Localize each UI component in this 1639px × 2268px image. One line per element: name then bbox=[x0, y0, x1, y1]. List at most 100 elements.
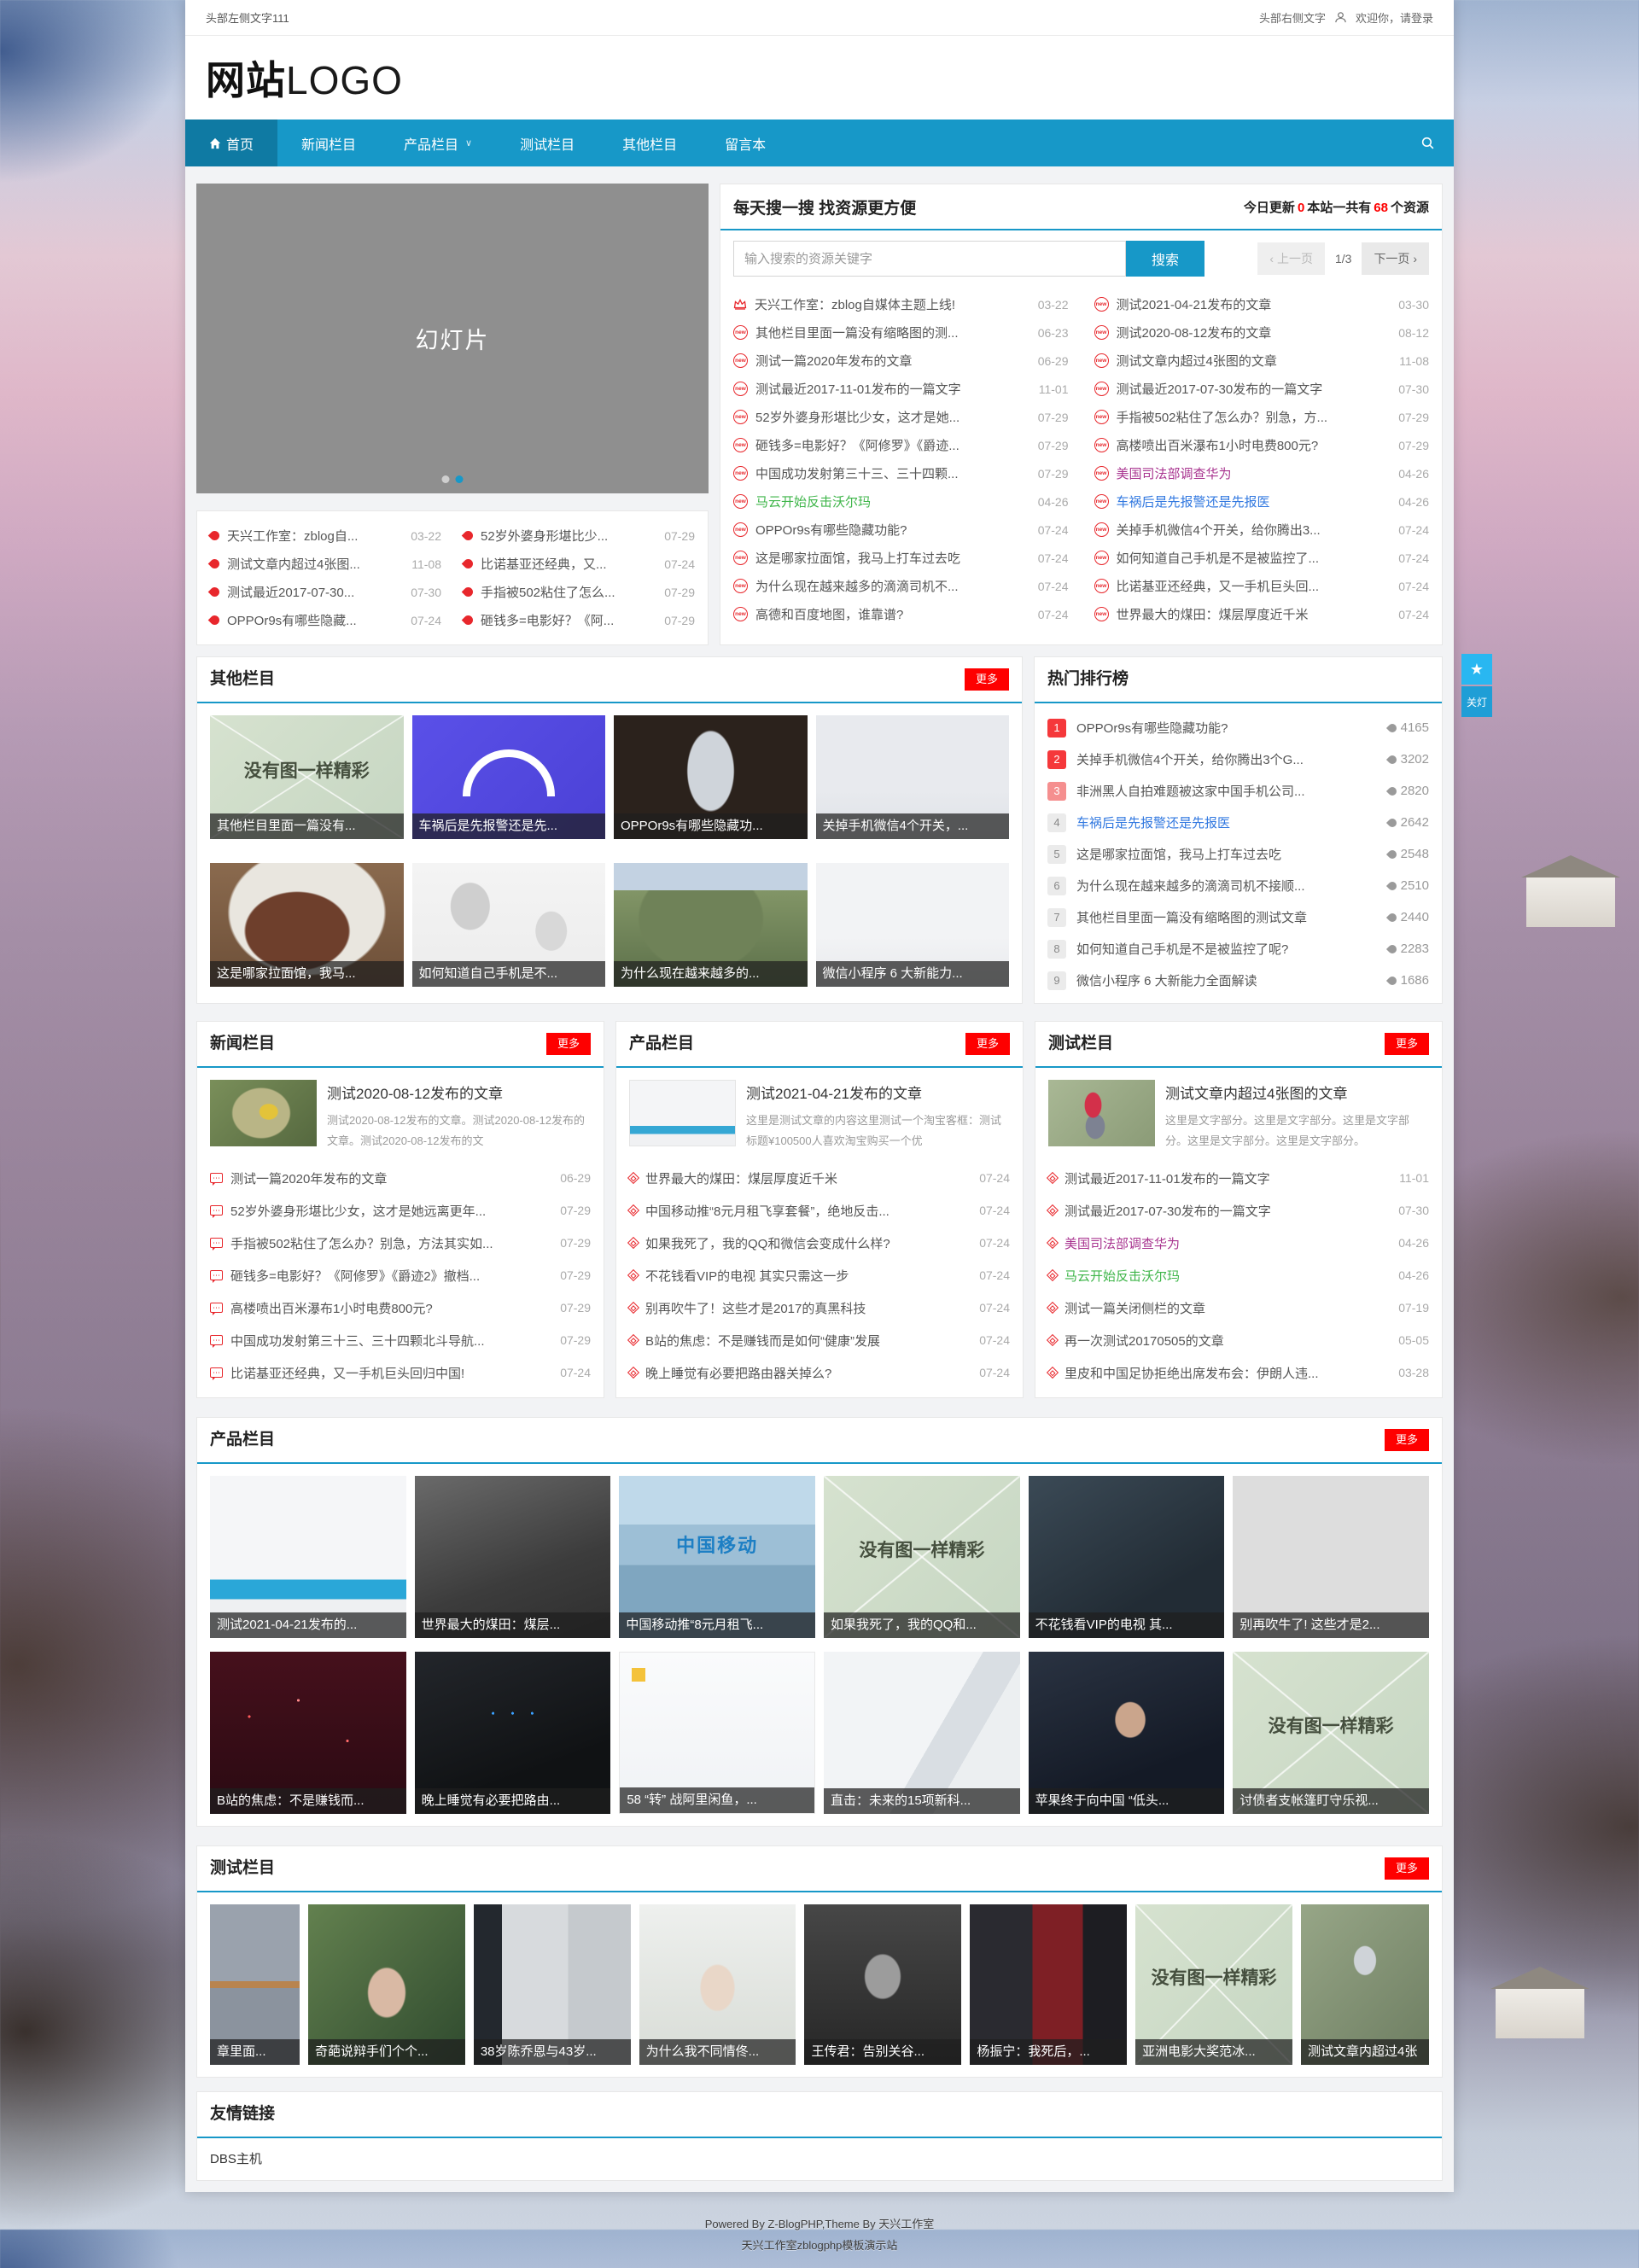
list-item[interactable]: new比诺基亚还经典，又一手机巨头回...07-24 bbox=[1094, 572, 1430, 600]
list-item[interactable]: new52岁外婆身形堪比少女，这才是她...07-29 bbox=[733, 403, 1069, 431]
article-thumbnail[interactable]: 没有图一样精彩讨债者支帐篷盯守乐视... bbox=[1233, 1652, 1429, 1814]
featured-article[interactable]: 测试2020-08-12发布的文章 测试2020-08-12发布的文章。测试20… bbox=[197, 1068, 604, 1158]
list-item[interactable]: new世界最大的煤田：煤层厚度近千米07-24 bbox=[1094, 600, 1430, 628]
site-logo[interactable]: 网站LOGO bbox=[206, 50, 403, 106]
article-thumbnail[interactable]: 38岁陈乔恩与43岁... bbox=[474, 1904, 631, 2065]
article-thumbnail[interactable]: 微信小程序 6 大新能力... bbox=[816, 863, 1010, 987]
article-thumbnail[interactable]: 没有图一样精彩其他栏目里面一篇没有... bbox=[210, 715, 404, 839]
list-item[interactable]: 别再吹牛了！这些才是2017的真黑科技07-24 bbox=[629, 1291, 1010, 1324]
article-thumbnail[interactable]: B站的焦虑：不是赚钱而... bbox=[210, 1652, 406, 1814]
article-thumbnail[interactable]: 测试2021-04-21发布的... bbox=[210, 1476, 406, 1638]
list-item[interactable]: new手指被502粘住了怎么办？别急，方...07-29 bbox=[1094, 403, 1430, 431]
list-item[interactable]: 天兴工作室：zblog自媒体主题上线!03-22 bbox=[733, 290, 1069, 318]
list-item[interactable]: new中国成功发射第三十三、三十四颗...07-29 bbox=[733, 459, 1069, 487]
list-item[interactable]: new为什么现在越来越多的滴滴司机不...07-24 bbox=[733, 572, 1069, 600]
article-thumbnail[interactable]: OPPOr9s有哪些隐藏功... bbox=[614, 715, 808, 839]
nav-item-other[interactable]: 其他栏目 bbox=[598, 120, 701, 166]
list-item[interactable]: new其他栏目里面一篇没有缩略图的测...06-23 bbox=[733, 318, 1069, 347]
list-item[interactable]: new测试2021-04-21发布的文章03-30 bbox=[1094, 290, 1430, 318]
list-item[interactable]: new测试最近2017-11-01发布的一篇文字11-01 bbox=[733, 375, 1069, 403]
list-item[interactable]: ⋯比诺基亚还经典，又一手机巨头回归中国!07-24 bbox=[210, 1356, 591, 1389]
list-item[interactable]: 中国移动推“8元月租飞享套餐”，绝地反击...07-24 bbox=[629, 1194, 1010, 1227]
list-item[interactable]: 比诺基亚还经典，又...07-24 bbox=[464, 550, 695, 578]
nav-search-button[interactable] bbox=[1402, 120, 1454, 166]
slideshow-dot[interactable] bbox=[442, 475, 450, 483]
list-item[interactable]: 世界最大的煤田：煤层厚度近千米07-24 bbox=[629, 1162, 1010, 1194]
nav-item-test[interactable]: 测试栏目 bbox=[496, 120, 598, 166]
more-button[interactable]: 更多 bbox=[1385, 1857, 1429, 1880]
list-item[interactable]: 52岁外婆身形堪比少...07-29 bbox=[464, 522, 695, 550]
more-button[interactable]: 更多 bbox=[1385, 1429, 1429, 1451]
list-item[interactable]: 测试最近2017-07-30...07-30 bbox=[210, 578, 441, 606]
list-item[interactable]: new关掉手机微信4个开关，给你腾出3...07-24 bbox=[1094, 516, 1430, 544]
rank-item[interactable]: 3非洲黑人自拍难题被这家中国手机公司...2820 bbox=[1047, 775, 1429, 807]
article-thumbnail[interactable]: 不花钱看VIP的电视 其... bbox=[1029, 1476, 1225, 1638]
list-item[interactable]: new如何知道自己手机是不是被监控了...07-24 bbox=[1094, 544, 1430, 572]
rank-item[interactable]: 5这是哪家拉面馆，我马上打车过去吃2548 bbox=[1047, 838, 1429, 870]
list-item[interactable]: 天兴工作室：zblog自...03-22 bbox=[210, 522, 441, 550]
nav-item-news[interactable]: 新闻栏目 bbox=[277, 120, 380, 166]
list-item[interactable]: OPPOr9s有哪些隐藏...07-24 bbox=[210, 606, 441, 634]
list-item[interactable]: B站的焦虑：不是赚钱而是如何“健康”发展07-24 bbox=[629, 1324, 1010, 1356]
list-item[interactable]: newOPPOr9s有哪些隐藏功能?07-24 bbox=[733, 516, 1069, 544]
list-item[interactable]: 不花钱看VIP的电视 其实只需这一步07-24 bbox=[629, 1259, 1010, 1291]
list-item[interactable]: new美国司法部调查华为04-26 bbox=[1094, 459, 1430, 487]
article-thumbnail[interactable]: 为什么我不同情佟... bbox=[639, 1904, 796, 2065]
list-item[interactable]: new这是哪家拉面馆，我马上打车过去吃07-24 bbox=[733, 544, 1069, 572]
next-page-button[interactable]: 下一页 › bbox=[1362, 242, 1429, 275]
list-item[interactable]: 如果我死了，我的QQ和微信会变成什么样?07-24 bbox=[629, 1227, 1010, 1259]
list-item[interactable]: ⋯52岁外婆身形堪比少女，这才是她远离更年...07-29 bbox=[210, 1194, 591, 1227]
article-thumbnail[interactable]: 别再吹牛了! 这些才是2... bbox=[1233, 1476, 1429, 1638]
article-thumbnail[interactable]: 为什么现在越来越多的... bbox=[614, 863, 808, 987]
article-thumbnail[interactable]: 没有图一样精彩亚洲电影大奖范冰... bbox=[1135, 1904, 1292, 2065]
article-thumbnail[interactable]: 这是哪家拉面馆，我马... bbox=[210, 863, 404, 987]
article-thumbnail[interactable]: 关掉手机微信4个开关，... bbox=[816, 715, 1010, 839]
more-button[interactable]: 更多 bbox=[965, 668, 1009, 691]
article-thumbnail[interactable]: 章里面... bbox=[210, 1904, 300, 2065]
article-thumbnail[interactable]: 杨振宁：我死后，... bbox=[970, 1904, 1127, 2065]
list-item[interactable]: 再一次测试20170505的文章05-05 bbox=[1048, 1324, 1429, 1356]
list-item[interactable]: 测试文章内超过4张图...11-08 bbox=[210, 550, 441, 578]
list-item[interactable]: ⋯手指被502粘住了怎么办？别急，方法其实如...07-29 bbox=[210, 1227, 591, 1259]
list-item[interactable]: 手指被502粘住了怎么...07-29 bbox=[464, 578, 695, 606]
rank-item[interactable]: 6为什么现在越来越多的滴滴司机不接顺...2510 bbox=[1047, 870, 1429, 901]
article-thumbnail[interactable]: 如何知道自己手机是不... bbox=[412, 863, 606, 987]
article-thumbnail[interactable]: 苹果终于向中国 “低头... bbox=[1029, 1652, 1225, 1814]
list-item[interactable]: new马云开始反击沃尔玛04-26 bbox=[733, 487, 1069, 516]
rank-item[interactable]: 4车祸后是先报警还是先报医2642 bbox=[1047, 807, 1429, 838]
slideshow[interactable]: 幻灯片 bbox=[196, 184, 709, 493]
more-button[interactable]: 更多 bbox=[965, 1033, 1010, 1055]
lights-off-button[interactable]: 关灯 bbox=[1461, 686, 1492, 717]
list-item[interactable]: new砸钱多=电影好？《阿修罗》《爵迹...07-29 bbox=[733, 431, 1069, 459]
rank-item[interactable]: 9微信小程序 6 大新能力全面解读1686 bbox=[1047, 965, 1429, 996]
article-thumbnail[interactable]: 车祸后是先报警还是先... bbox=[412, 715, 606, 839]
more-button[interactable]: 更多 bbox=[1385, 1033, 1429, 1055]
article-thumbnail[interactable]: 奇葩说辩手们个个... bbox=[308, 1904, 465, 2065]
rank-item[interactable]: 2关掉手机微信4个开关，给你腾出3个G...3202 bbox=[1047, 743, 1429, 775]
featured-article[interactable]: 测试2021-04-21发布的文章 这里是测试文章的内容这里测试一个淘宝客框：测… bbox=[616, 1068, 1023, 1158]
article-thumbnail[interactable]: 测试文章内超过4张 bbox=[1301, 1904, 1429, 2065]
list-item[interactable]: 测试一篇关闭侧栏的文章07-19 bbox=[1048, 1291, 1429, 1324]
list-item[interactable]: ⋯测试一篇2020年发布的文章06-29 bbox=[210, 1162, 591, 1194]
prev-page-button[interactable]: ‹ 上一页 bbox=[1257, 242, 1325, 275]
list-item[interactable]: new测试最近2017-07-30发布的一篇文字07-30 bbox=[1094, 375, 1430, 403]
list-item[interactable]: new车祸后是先报警还是先报医04-26 bbox=[1094, 487, 1430, 516]
list-item[interactable]: new高楼喷出百米瀑布1小时电费800元?07-29 bbox=[1094, 431, 1430, 459]
list-item[interactable]: new高德和百度地图，谁靠谱?07-24 bbox=[733, 600, 1069, 628]
nav-item-product[interactable]: 产品栏目∨ bbox=[380, 120, 496, 166]
list-item[interactable]: ⋯砸钱多=电影好？《阿修罗》《爵迹2》撤档...07-29 bbox=[210, 1259, 591, 1291]
rank-item[interactable]: 7其他栏目里面一篇没有缩略图的测试文章2440 bbox=[1047, 901, 1429, 933]
friend-link[interactable]: DBS主机 bbox=[210, 2152, 262, 2166]
slideshow-dot-active[interactable] bbox=[456, 475, 464, 483]
rank-item[interactable]: 8如何知道自己手机是不是被监控了呢?2283 bbox=[1047, 933, 1429, 965]
article-thumbnail[interactable]: 晚上睡觉有必要把路由... bbox=[415, 1652, 611, 1814]
nav-item-guestbook[interactable]: 留言本 bbox=[701, 120, 790, 166]
article-thumbnail[interactable]: 58 “转” 战阿里闲鱼，... bbox=[619, 1652, 815, 1814]
list-item[interactable]: 里皮和中国足协拒绝出席发布会：伊朗人违...03-28 bbox=[1048, 1356, 1429, 1389]
article-thumbnail[interactable]: 世界最大的煤田：煤层... bbox=[415, 1476, 611, 1638]
list-item[interactable]: 晚上睡觉有必要把路由器关掉么?07-24 bbox=[629, 1356, 1010, 1389]
list-item[interactable]: new测试2020-08-12发布的文章08-12 bbox=[1094, 318, 1430, 347]
list-item[interactable]: 砸钱多=电影好？《阿...07-29 bbox=[464, 606, 695, 634]
search-button[interactable]: 搜索 bbox=[1126, 241, 1204, 277]
favorite-button[interactable]: ★ bbox=[1461, 654, 1492, 685]
